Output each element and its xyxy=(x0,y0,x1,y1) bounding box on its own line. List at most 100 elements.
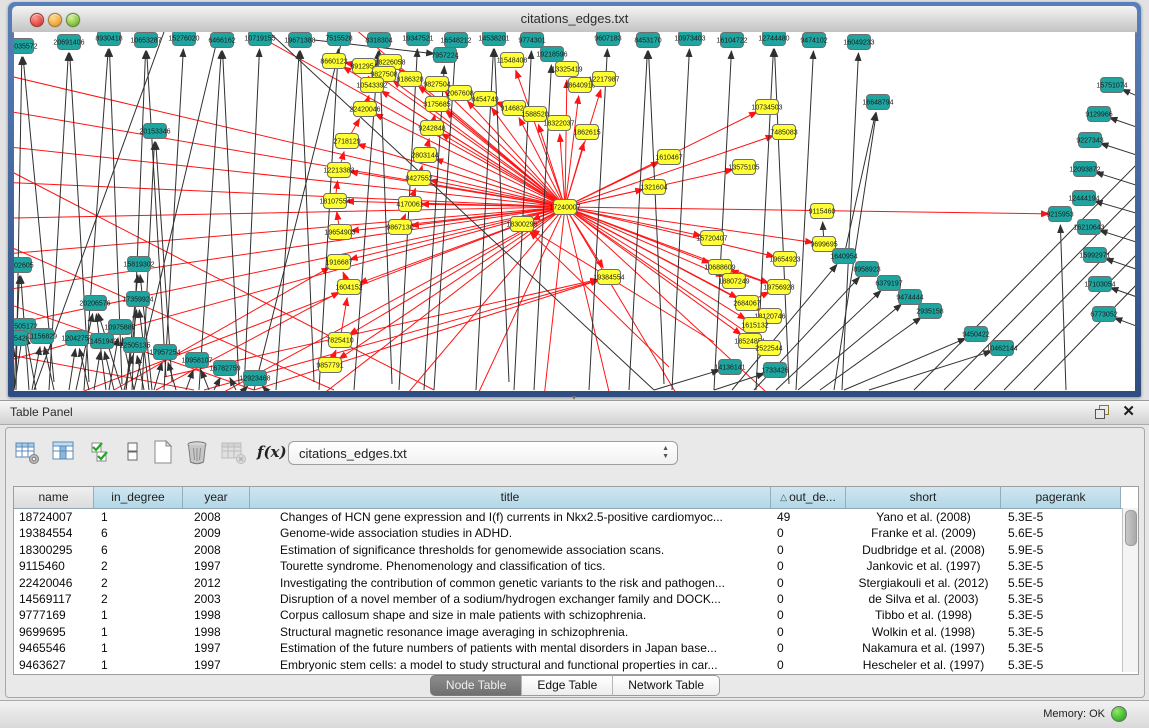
graph-node[interactable]: 4170061 xyxy=(396,197,423,212)
tab-edge-table[interactable]: Edge Table xyxy=(521,675,612,696)
graph-node[interactable]: 18807249 xyxy=(718,274,749,289)
graph-node[interactable]: 1615132 xyxy=(741,318,768,333)
table-row[interactable]: 1872400712008Changes of HCN gene express… xyxy=(14,509,1138,525)
graph-node[interactable]: 19654923 xyxy=(769,252,800,267)
graph-node[interactable]: 17103054 xyxy=(1084,277,1115,292)
table-row[interactable]: 1830029562008Estimation of significance … xyxy=(14,542,1138,558)
graph-node[interactable]: 13575105 xyxy=(728,160,759,175)
graph-node[interactable]: 8186328 xyxy=(396,72,423,87)
graph-node[interactable]: 14035572 xyxy=(14,39,38,54)
graph-node[interactable]: 16782759 xyxy=(209,361,240,376)
graph-node[interactable]: 9607183 xyxy=(594,32,621,46)
graph-node[interactable]: 10653287 xyxy=(130,33,161,48)
graph-node[interactable]: 8318304 xyxy=(365,33,392,48)
graph-node[interactable]: 9129966 xyxy=(1085,107,1112,122)
graph-node[interactable]: 12093872 xyxy=(1069,162,1100,177)
table-row[interactable]: 1456911722003Disruption of a novel membe… xyxy=(14,591,1138,607)
table-row[interactable]: 946554611997Estimation of the future num… xyxy=(14,640,1138,656)
graph-node[interactable]: 16648794 xyxy=(862,95,893,110)
table-row[interactable]: 969969511998Structural magnetic resonanc… xyxy=(14,624,1138,640)
show-columns-icon[interactable] xyxy=(51,439,79,469)
graph-node[interactable]: 9115460 xyxy=(809,204,836,219)
graph-node[interactable]: 20153346 xyxy=(139,124,170,139)
graph-node[interactable]: 10688609 xyxy=(704,260,735,275)
graph-node[interactable]: 22420046 xyxy=(349,102,380,117)
graph-node[interactable]: 6466162 xyxy=(208,33,235,48)
graph-node[interactable]: 8453170 xyxy=(634,33,661,48)
table-settings-icon[interactable] xyxy=(14,439,42,469)
graph-node[interactable]: 16049233 xyxy=(843,35,874,50)
graph-node[interactable]: 12444194 xyxy=(1068,191,1099,206)
graph-node[interactable]: 1321604 xyxy=(640,180,667,195)
graph-node[interactable]: 9215953 xyxy=(1046,207,1073,222)
graph-node[interactable]: 15992971 xyxy=(1079,248,1110,263)
graph-node[interactable]: 9857791 xyxy=(316,358,343,373)
graph-node[interactable]: 12505135 xyxy=(119,338,150,353)
graph-node[interactable]: 19756928 xyxy=(763,280,794,295)
graph-node[interactable]: 7825410 xyxy=(326,333,353,348)
graph-node[interactable]: 12744480 xyxy=(758,32,789,46)
graph-node[interactable]: 16210643 xyxy=(1073,220,1104,235)
memory-status-indicator[interactable] xyxy=(1111,706,1127,722)
table-row[interactable]: 977716911998Corpus callosum shape and si… xyxy=(14,607,1138,623)
graph-node[interactable]: 8930418 xyxy=(95,32,122,46)
graph-node[interactable]: 10973403 xyxy=(674,32,705,46)
graph-node[interactable]: 14538201 xyxy=(478,32,509,46)
table-selector-dropdown[interactable]: citations_edges.txt ▲▼ xyxy=(288,441,678,465)
graph-node[interactable]: 10958107 xyxy=(181,353,212,368)
scrollbar-thumb[interactable] xyxy=(1125,510,1137,546)
graph-node[interactable]: 19654903 xyxy=(324,225,355,240)
graph-node[interactable]: 7957224 xyxy=(431,48,458,63)
network-window-titlebar[interactable]: citations_edges.txt xyxy=(12,6,1137,33)
graph-node[interactable]: 19671388 xyxy=(284,33,315,48)
graph-node[interactable]: 18107554 xyxy=(319,194,350,209)
graph-node[interactable]: 20206576 xyxy=(79,296,110,311)
graph-node[interactable]: 8660123 xyxy=(320,54,347,69)
delete-column-icon[interactable] xyxy=(184,439,212,469)
table-row[interactable]: 946362711997Embryonic stem cells: a mode… xyxy=(14,657,1138,673)
graph-node[interactable]: 9450422 xyxy=(962,327,989,342)
graph-node[interactable]: 2803144 xyxy=(411,148,438,163)
graph-node[interactable]: 10543392 xyxy=(356,78,387,93)
graph-node[interactable]: 17957254 xyxy=(149,345,180,360)
graph-node[interactable]: 9774301 xyxy=(518,33,545,48)
graph-node[interactable]: 19384554 xyxy=(593,270,624,285)
graph-node[interactable]: 20691406 xyxy=(53,35,84,50)
graph-node[interactable]: 12213383 xyxy=(323,163,354,178)
graph-node[interactable]: 10975887 xyxy=(104,320,135,335)
column-header-pagerank[interactable]: pagerank xyxy=(1001,487,1121,508)
graph-node[interactable]: 2302605 xyxy=(14,258,34,273)
network-graph-canvas[interactable]: 1724000718300295866012389129541822605898… xyxy=(14,32,1135,391)
column-header-short[interactable]: short xyxy=(846,487,1001,508)
graph-node[interactable]: 11451942 xyxy=(87,334,118,349)
graph-node[interactable]: 9474444 xyxy=(896,290,923,305)
close-panel-icon[interactable]: ✕ xyxy=(1122,403,1135,421)
graph-node[interactable]: 14136141 xyxy=(714,360,745,375)
graph-node[interactable]: 2718129 xyxy=(333,134,360,149)
graph-node[interactable]: 13325419 xyxy=(551,62,582,77)
function-builder-icon[interactable]: f(x) xyxy=(257,443,285,473)
column-header-out_degree[interactable]: △out_de... xyxy=(771,487,846,508)
graph-node[interactable]: 9227343 xyxy=(1076,133,1103,148)
tab-node-table[interactable]: Node Table xyxy=(430,675,522,696)
graph-node[interactable]: 6379197 xyxy=(875,276,902,291)
graph-node[interactable]: 9242848 xyxy=(418,121,445,136)
float-panel-icon[interactable] xyxy=(1095,405,1109,419)
graph-node[interactable]: 15276020 xyxy=(168,32,199,46)
graph-node[interactable]: 6773052 xyxy=(1090,307,1117,322)
graph-node[interactable]: 1733426 xyxy=(761,363,788,378)
graph-node[interactable]: 15819302 xyxy=(123,257,154,272)
graph-node[interactable]: 1588520 xyxy=(521,107,548,122)
graph-node[interactable]: 1604152 xyxy=(335,280,362,295)
graph-node[interactable]: 8454749 xyxy=(471,92,498,107)
graph-node[interactable]: 9827504 xyxy=(423,77,450,92)
graph-node[interactable]: 2684067 xyxy=(733,296,760,311)
graph-node[interactable]: 12923468 xyxy=(239,371,270,386)
graph-node[interactable]: 15720407 xyxy=(696,231,727,246)
graph-node[interactable]: 17359924 xyxy=(122,292,153,307)
graph-node[interactable]: 1862615 xyxy=(573,125,600,140)
graph-node[interactable]: 7515528 xyxy=(325,32,352,46)
graph-node[interactable]: 8427552 xyxy=(405,171,432,186)
new-column-icon[interactable] xyxy=(150,439,178,469)
graph-node[interactable]: 3175685 xyxy=(423,97,450,112)
